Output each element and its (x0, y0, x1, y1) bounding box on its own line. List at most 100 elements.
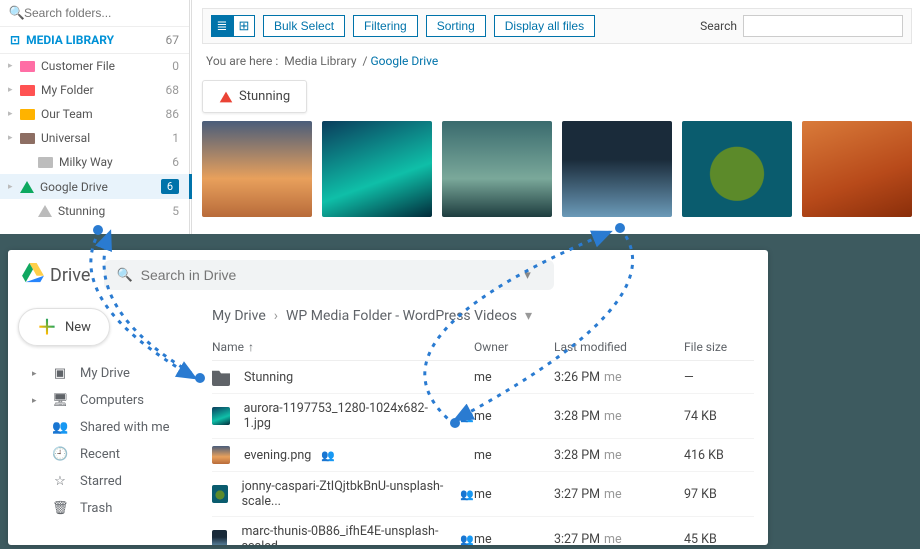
drive-nav-starred[interactable]: ☆ Starred (18, 468, 188, 495)
sort-arrow-icon: ↑ (248, 340, 254, 354)
tree-item-customer-file[interactable]: ▸Customer File0 (0, 54, 189, 78)
search-label: Search (700, 19, 737, 33)
breadcrumb: You are here : Media Library / Google Dr… (202, 44, 912, 78)
chevron-icon: ▸ (8, 109, 18, 119)
drive-nav-recent[interactable]: 🕘Recent (18, 441, 188, 468)
folder-icon (212, 368, 230, 386)
display-all-button[interactable]: Display all files (494, 15, 595, 37)
chevron-right-icon: › (274, 308, 278, 324)
col-owner[interactable]: Owner (474, 340, 554, 354)
tree-item-count: 6 (161, 179, 179, 194)
chevron-icon: ▸ (8, 61, 18, 71)
tree-item-my-folder[interactable]: ▸My Folder68 (0, 78, 189, 102)
shared-icon: 👥 (460, 488, 474, 501)
drive-nav-computers[interactable]: ▸🖥Computers (18, 387, 188, 414)
sidebar-search-input[interactable] (24, 6, 179, 20)
drive-logo-icon (22, 263, 44, 288)
tree-item-count: 0 (172, 59, 179, 73)
breadcrumb-root[interactable]: Media Library (284, 54, 356, 68)
cell-modified: 3:27 PMme (554, 532, 684, 546)
drive-row[interactable]: marc-thunis-0B86_ifhE4E-unsplash-scaled.… (212, 517, 754, 545)
folder-tree: ▸Customer File0▸My Folder68▸Our Team86▸U… (0, 54, 189, 234)
nav-label: Starred (80, 474, 122, 489)
library-header[interactable]: ⊡ MEDIA LIBRARY 67 (0, 27, 189, 54)
sidebar-search[interactable]: 🔍 (0, 0, 189, 27)
shared-icon: 👥 (321, 449, 335, 462)
drive-crumb-root[interactable]: My Drive (212, 308, 266, 324)
media-thumb[interactable] (682, 121, 792, 217)
col-size[interactable]: File size (684, 340, 754, 354)
drive-row[interactable]: jonny-caspari-ZtIQjtbkBnU-unsplash-scale… (212, 472, 754, 517)
breadcrumb-leaf[interactable]: Google Drive (370, 54, 438, 68)
drive-sidebar: ＋ New ▸▣My Drive▸🖥Computers👥Shared with … (8, 300, 198, 545)
tree-item-label: Stunning (58, 204, 172, 218)
tree-item-milky-way[interactable]: Milky Way6 (0, 150, 189, 174)
drive-nav-my-drive[interactable]: ▸▣My Drive (18, 360, 188, 387)
tree-item-universal[interactable]: ▸Universal1 (0, 126, 189, 150)
cell-size: 45 KB (684, 532, 754, 546)
cell-owner: me (474, 532, 554, 546)
tree-item-count: 68 (166, 83, 180, 97)
tree-item-count: 86 (166, 107, 180, 121)
starred-icon: ☆ (52, 474, 68, 489)
drive-row[interactable]: Stunningme3:26 PMme— (212, 361, 754, 394)
cell-owner: me (474, 409, 554, 424)
drive-nav: ▸▣My Drive▸🖥Computers👥Shared with me🕘Rec… (18, 360, 188, 522)
media-thumb[interactable] (562, 121, 672, 217)
tree-item-our-team[interactable]: ▸ Our Team86 (0, 102, 189, 126)
drive-logo[interactable]: Drive (22, 263, 90, 288)
file-name: Stunning (244, 370, 293, 385)
file-thumb (212, 446, 230, 464)
tree-item-google-drive[interactable]: ▸Google Drive6 (0, 174, 189, 199)
drive-table-header: Name ↑ Owner Last modified File size (212, 334, 754, 361)
tree-item-label: Universal (41, 131, 172, 145)
cell-modified: 3:28 PMme (554, 409, 684, 424)
col-name[interactable]: Name ↑ (212, 340, 474, 354)
list-view-button[interactable]: ≣ (211, 15, 233, 37)
media-thumb[interactable] (802, 121, 912, 217)
drive-row[interactable]: aurora-1197753_1280-1024x682-1.jpg 👥me3:2… (212, 394, 754, 439)
drive-search-input[interactable] (141, 267, 513, 283)
drive-nav-trash[interactable]: 🗑Trash (18, 495, 188, 522)
drive-header: Drive 🔍 ▾ (8, 250, 768, 300)
file-thumb (212, 530, 227, 545)
sorting-button[interactable]: Sorting (426, 15, 486, 37)
tree-item-label: Our Team (41, 107, 166, 121)
media-toolbar: ≣ ⊞ Bulk Select Filtering Sorting Displa… (202, 8, 912, 44)
subfolder-card[interactable]: Stunning (202, 80, 307, 113)
breadcrumb-prefix: You are here : (206, 54, 278, 68)
file-name: aurora-1197753_1280-1024x682-1.jpg (244, 401, 451, 431)
nav-label: Computers (80, 393, 144, 408)
tree-item-stunning[interactable]: Stunning5 (0, 199, 189, 223)
new-button[interactable]: ＋ New (18, 308, 110, 346)
search-icon: 🔍 (10, 6, 24, 20)
toolbar-search-input[interactable] (743, 15, 903, 37)
drive-search[interactable]: 🔍 ▾ (104, 260, 554, 290)
media-thumb[interactable] (322, 121, 432, 217)
library-label: MEDIA LIBRARY (26, 33, 114, 47)
filtering-button[interactable]: Filtering (353, 15, 418, 37)
file-thumb (212, 485, 228, 503)
drive-nav-shared-with-me[interactable]: 👥Shared with me (18, 414, 188, 441)
gdrive-icon (20, 181, 34, 193)
drive-crumb-leaf[interactable]: WP Media Folder - WordPress Videos (286, 308, 517, 324)
gdrive-icon (220, 91, 233, 102)
shared-icon: 👥 (52, 420, 68, 435)
thumbnail-grid (202, 121, 912, 217)
search-options-icon[interactable]: ▾ (512, 268, 542, 283)
shared-icon: 👥 (460, 410, 474, 423)
search-icon: 🔍 (116, 268, 132, 283)
cell-size: 97 KB (684, 487, 754, 502)
grid-view-button[interactable]: ⊞ (233, 15, 255, 37)
media-thumb[interactable] (442, 121, 552, 217)
drive-row[interactable]: evening.png👥me3:28 PMme416 KB (212, 439, 754, 472)
cell-owner: me (474, 487, 554, 502)
chevron-down-icon[interactable]: ▾ (525, 308, 532, 324)
drive-main: My Drive › WP Media Folder - WordPress V… (198, 300, 768, 545)
bulk-select-button[interactable]: Bulk Select (263, 15, 345, 37)
media-thumb[interactable] (202, 121, 312, 217)
cell-modified: 3:27 PMme (554, 487, 684, 502)
cell-name: jonny-caspari-ZtIQjtbkBnU-unsplash-scale… (212, 479, 474, 509)
tree-item-label: Google Drive (40, 180, 161, 194)
col-modified[interactable]: Last modified (554, 340, 684, 354)
